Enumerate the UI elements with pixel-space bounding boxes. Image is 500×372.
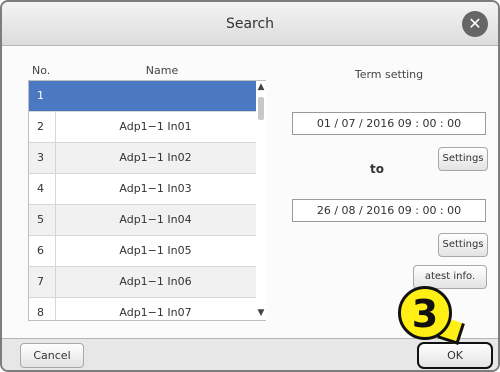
dialog-footer: Cancel OK — [2, 338, 498, 370]
row-name: Adp1−1 In03 — [55, 174, 255, 204]
step-callout-badge: 3 — [398, 286, 452, 340]
list-row-8[interactable]: 8 Adp1−1 In07 — [29, 298, 265, 320]
cancel-button[interactable]: Cancel — [20, 343, 84, 368]
row-name: Adp1−1 In02 — [55, 143, 255, 173]
row-name: Adp1−1 In05 — [55, 236, 255, 266]
close-icon[interactable]: ✕ — [462, 11, 488, 37]
row-number: 6 — [37, 244, 44, 257]
list-row-4[interactable]: 4 Adp1−1 In03 — [29, 174, 265, 205]
row-name: Adp1−1 In06 — [55, 267, 255, 297]
list-row-5[interactable]: 5 Adp1−1 In04 — [29, 205, 265, 236]
row-number: 2 — [37, 120, 44, 133]
to-label: to — [370, 162, 384, 176]
start-date-field[interactable]: 01 / 07 / 2016 09 : 00 : 00 — [292, 112, 486, 135]
column-header-name: Name — [145, 64, 179, 77]
term-setting-label: Term setting — [354, 68, 424, 81]
row-number: 3 — [37, 151, 44, 164]
row-number: 5 — [37, 213, 44, 226]
row-name: Adp1−1 In01 — [55, 112, 255, 142]
list-row-2[interactable]: 2 Adp1−1 In01 — [29, 112, 265, 143]
title-bar: Search ✕ — [2, 2, 498, 46]
row-name: Adp1−1 In07 — [55, 298, 255, 320]
group-list: 1 2 Adp1−1 In01 3 Adp1−1 In02 4 Adp1−1 I… — [28, 80, 266, 321]
end-settings-button[interactable]: Settings — [438, 233, 488, 257]
row-name: Adp1−1 In04 — [55, 205, 255, 235]
start-settings-button[interactable]: Settings — [438, 147, 488, 171]
ok-button[interactable]: OK — [417, 342, 493, 369]
row-name — [55, 81, 255, 111]
row-number: 1 — [37, 89, 44, 102]
list-row-7[interactable]: 7 Adp1−1 In06 — [29, 267, 265, 298]
row-number: 8 — [37, 306, 44, 319]
list-row-1[interactable]: 1 — [29, 81, 265, 112]
row-number: 7 — [37, 275, 44, 288]
list-row-6[interactable]: 6 Adp1−1 In05 — [29, 236, 265, 267]
end-date-field[interactable]: 26 / 08 / 2016 09 : 00 : 00 — [292, 199, 486, 222]
row-number: 4 — [37, 182, 44, 195]
column-header-no: No. — [32, 64, 51, 77]
list-row-3[interactable]: 3 Adp1−1 In02 — [29, 143, 265, 174]
scroll-up-icon[interactable]: ▲ — [256, 81, 266, 93]
list-scrollbar[interactable]: ▲ ▼ — [256, 81, 266, 320]
dialog-title: Search — [225, 16, 275, 32]
scroll-thumb[interactable] — [258, 97, 264, 120]
search-dialog: Search ✕ No. Name 1 2 Adp1−1 In01 3 Adp1… — [0, 0, 500, 372]
scroll-down-icon[interactable]: ▼ — [256, 307, 266, 319]
